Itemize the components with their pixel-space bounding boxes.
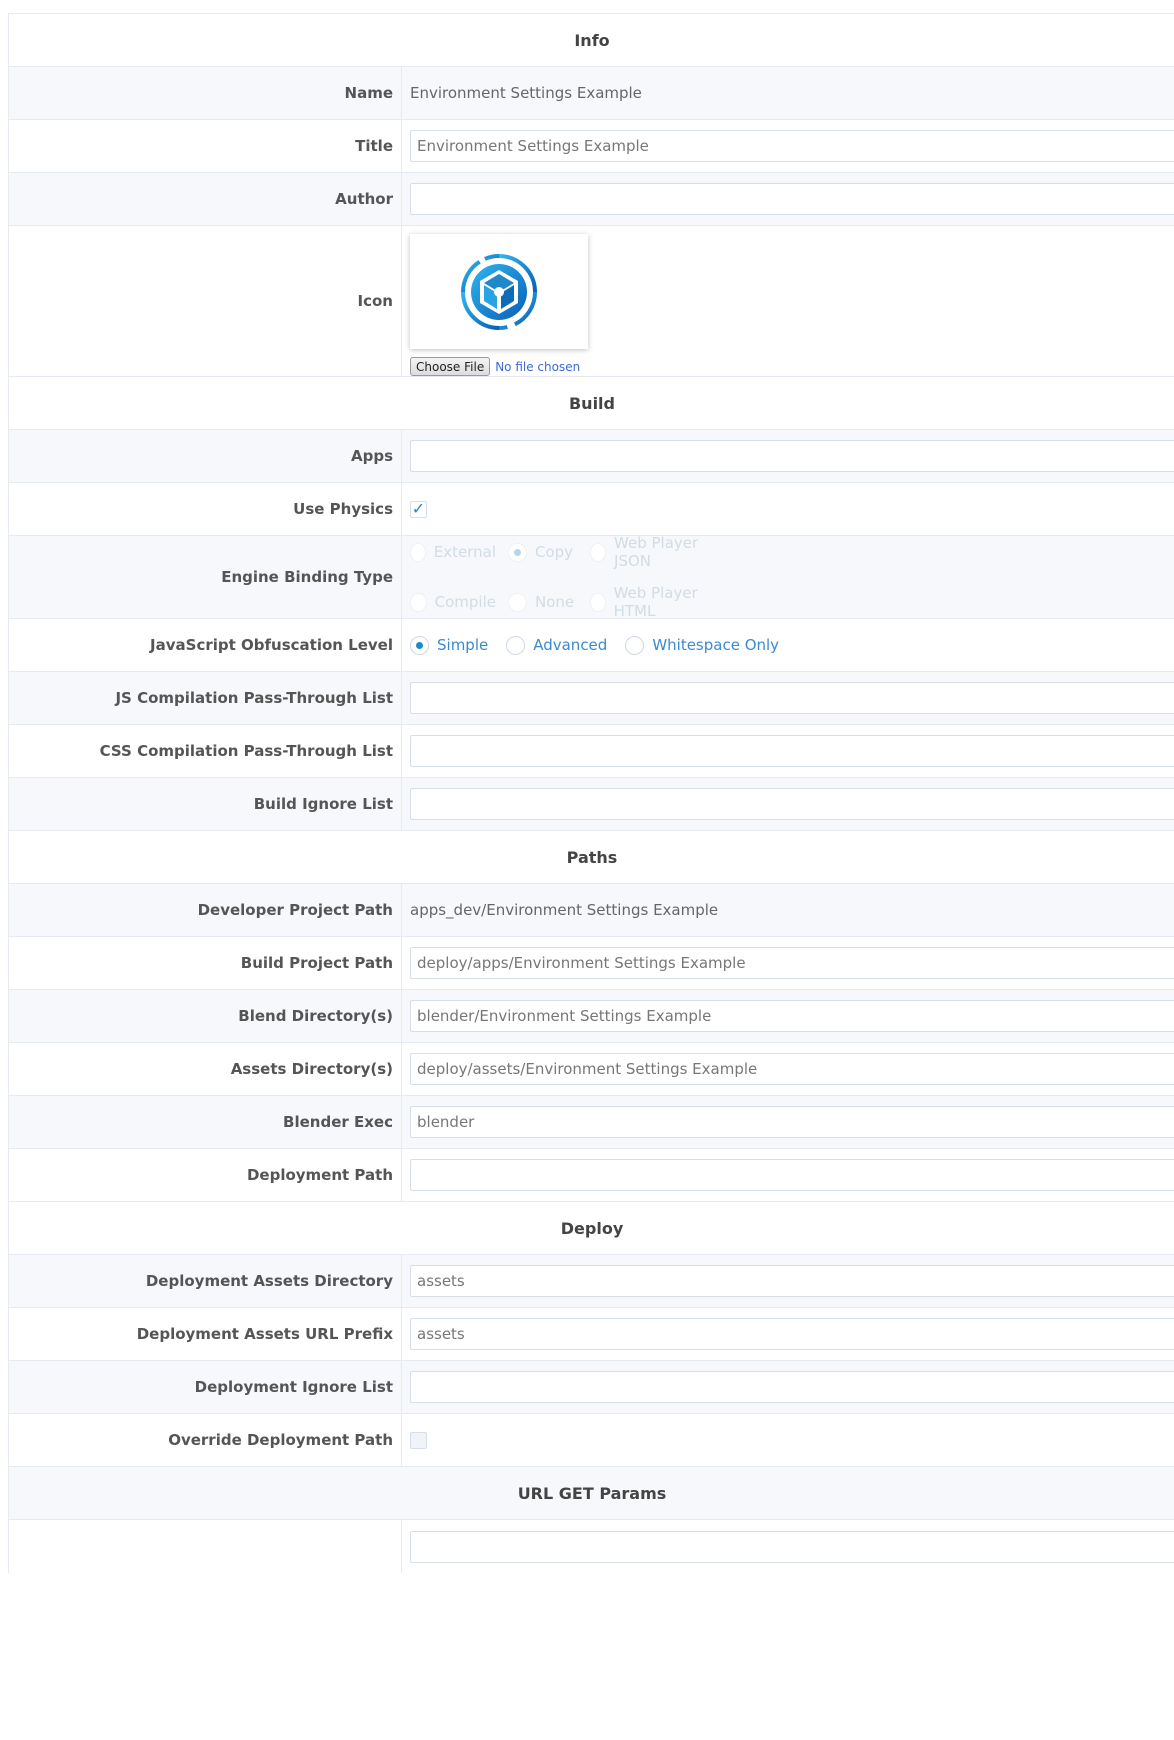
row-dev-project-path: Developer Project Path apps_dev/Environm…: [9, 884, 1174, 937]
title-input[interactable]: [410, 130, 1174, 162]
section-build: Build: [9, 377, 1174, 430]
blender-exec-label: Blender Exec: [9, 1096, 402, 1148]
section-info: Info: [9, 14, 1174, 67]
section-url-get-params-title: URL GET Params: [517, 1483, 667, 1503]
row-js-passthrough: JS Compilation Pass-Through List: [9, 672, 1174, 725]
row-blend-directory: Blend Directory(s): [9, 990, 1174, 1043]
blend-directory-input[interactable]: [410, 1000, 1174, 1032]
section-info-title: Info: [574, 30, 610, 50]
radio-icon: [508, 592, 527, 612]
js-passthrough-label: JS Compilation Pass-Through List: [9, 672, 402, 724]
row-deployment-ignore-list: Deployment Ignore List: [9, 1361, 1174, 1414]
row-use-physics: Use Physics ✓: [9, 483, 1174, 536]
radio-icon: [410, 542, 426, 562]
url-param-label: [9, 1520, 402, 1573]
author-input[interactable]: [410, 183, 1174, 215]
section-build-title: Build: [568, 393, 615, 413]
engine-binding-option-web-player-json[interactable]: Web Player JSON: [590, 534, 718, 570]
obfuscation-option-whitespace-only[interactable]: Whitespace Only: [625, 635, 779, 655]
row-blender-exec: Blender Exec: [9, 1096, 1174, 1149]
deployment-assets-url-prefix-input[interactable]: [410, 1318, 1174, 1350]
override-deployment-path-label: Override Deployment Path: [9, 1414, 402, 1466]
deployment-path-label: Deployment Path: [9, 1149, 402, 1201]
obfuscation-label: JavaScript Obfuscation Level: [9, 619, 402, 671]
engine-binding-option-web-player-html[interactable]: Web Player HTML: [590, 584, 718, 620]
engine-binding-radio-group: External Copy Web Player JSON Compile No…: [410, 534, 730, 620]
override-deployment-path-checkbox[interactable]: [410, 1431, 427, 1449]
blend4web-logo-icon: [461, 253, 537, 330]
project-icon-preview: [410, 234, 588, 349]
assets-directory-label: Assets Directory(s): [9, 1043, 402, 1095]
section-paths: Paths: [9, 831, 1174, 884]
apps-input[interactable]: [410, 440, 1174, 472]
checkmark-icon: ✓: [411, 499, 426, 518]
deployment-path-input[interactable]: [410, 1159, 1174, 1191]
engine-binding-option-copy[interactable]: Copy: [508, 534, 578, 570]
row-engine-binding: Engine Binding Type External Copy Web Pl…: [9, 534, 1174, 620]
engine-binding-option-none[interactable]: None: [508, 584, 578, 620]
use-physics-label: Use Physics: [9, 483, 402, 535]
title-label: Title: [9, 120, 402, 172]
build-project-path-label: Build Project Path: [9, 937, 402, 989]
row-author: Author: [9, 173, 1174, 226]
apps-label: Apps: [9, 430, 402, 482]
js-passthrough-input[interactable]: [410, 682, 1174, 714]
build-ignore-input[interactable]: [410, 788, 1174, 820]
row-url-param: [9, 1520, 1174, 1573]
dev-project-path-label: Developer Project Path: [9, 884, 402, 936]
build-ignore-label: Build Ignore List: [9, 778, 402, 830]
file-status-text: No file chosen: [495, 359, 581, 374]
radio-icon: [590, 592, 606, 612]
blender-exec-input[interactable]: [410, 1106, 1174, 1138]
section-paths-title: Paths: [566, 847, 618, 867]
radio-icon: [410, 592, 427, 612]
row-title: Title: [9, 120, 1174, 173]
deployment-ignore-list-input[interactable]: [410, 1371, 1174, 1403]
deployment-assets-url-prefix-label: Deployment Assets URL Prefix: [9, 1308, 402, 1360]
row-name: Name Environment Settings Example: [9, 67, 1174, 120]
row-apps: Apps: [9, 430, 1174, 483]
section-deploy-title: Deploy: [560, 1218, 624, 1238]
row-deployment-path: Deployment Path: [9, 1149, 1174, 1202]
row-deployment-assets-url-prefix: Deployment Assets URL Prefix: [9, 1308, 1174, 1361]
name-label: Name: [9, 67, 402, 119]
project-settings-form: Info Name Environment Settings Example T…: [8, 13, 1174, 1573]
deployment-assets-directory-label: Deployment Assets Directory: [9, 1255, 402, 1307]
deployment-assets-directory-input[interactable]: [410, 1265, 1174, 1297]
section-url-get-params: URL GET Params: [9, 1467, 1174, 1520]
radio-icon: [506, 635, 526, 655]
radio-selected-icon: [508, 542, 527, 562]
obfuscation-radio-group: Simple Advanced Whitespace Only: [410, 635, 791, 655]
choose-file-button[interactable]: Choose File: [410, 357, 491, 376]
row-override-deployment-path: Override Deployment Path: [9, 1414, 1174, 1467]
radio-icon: [625, 635, 645, 655]
icon-label: Icon: [9, 226, 402, 376]
section-deploy: Deploy: [9, 1202, 1174, 1255]
blend-directory-label: Blend Directory(s): [9, 990, 402, 1042]
row-deployment-assets-directory: Deployment Assets Directory: [9, 1255, 1174, 1308]
dev-project-path-value: apps_dev/Environment Settings Example: [410, 901, 719, 919]
css-passthrough-label: CSS Compilation Pass-Through List: [9, 725, 402, 777]
radio-icon: [590, 542, 607, 562]
name-value: Environment Settings Example: [410, 84, 642, 102]
obfuscation-option-advanced[interactable]: Advanced: [506, 635, 607, 655]
row-build-ignore: Build Ignore List: [9, 778, 1174, 831]
assets-directory-input[interactable]: [410, 1053, 1174, 1085]
obfuscation-option-simple[interactable]: Simple: [410, 635, 488, 655]
radio-selected-icon: [410, 635, 429, 655]
engine-binding-label: Engine Binding Type: [9, 536, 402, 618]
css-passthrough-input[interactable]: [410, 735, 1174, 767]
engine-binding-option-external[interactable]: External: [410, 534, 496, 570]
row-build-project-path: Build Project Path: [9, 937, 1174, 990]
use-physics-checkbox[interactable]: ✓: [410, 499, 427, 518]
author-label: Author: [9, 173, 402, 225]
engine-binding-option-compile[interactable]: Compile: [410, 584, 496, 620]
url-param-input[interactable]: [410, 1530, 1174, 1563]
row-css-passthrough: CSS Compilation Pass-Through List: [9, 725, 1174, 778]
row-obfuscation: JavaScript Obfuscation Level Simple Adva…: [9, 619, 1174, 672]
build-project-path-input[interactable]: [410, 947, 1174, 979]
row-icon: Icon Choose File No file chosen: [9, 226, 1174, 377]
row-assets-directory: Assets Directory(s): [9, 1043, 1174, 1096]
deployment-ignore-list-label: Deployment Ignore List: [9, 1361, 402, 1413]
